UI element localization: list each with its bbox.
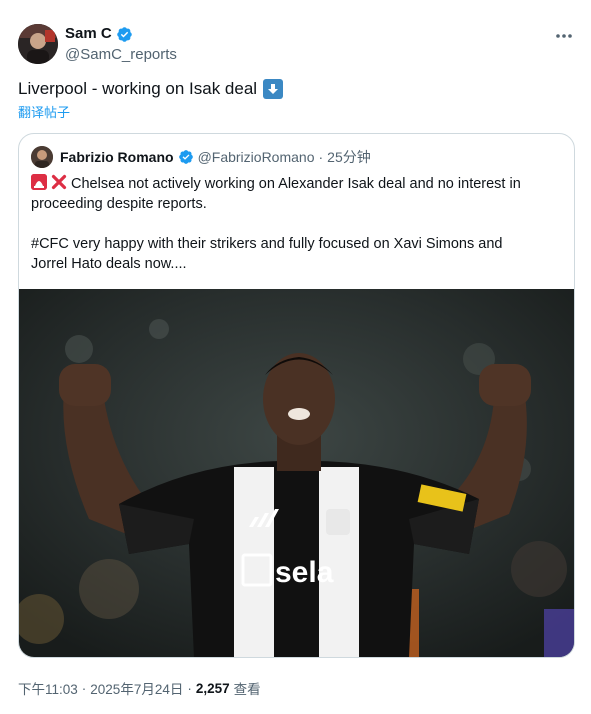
- verified-badge-icon: [178, 149, 194, 165]
- post-time[interactable]: 下午11:03: [18, 678, 78, 698]
- post-date[interactable]: 2025年7月24日: [90, 678, 183, 698]
- separator-dot: ·: [318, 149, 324, 165]
- quoted-tweet-card[interactable]: Fabrizio Romano @FabrizioRomano · 25分钟 C…: [18, 133, 575, 658]
- separator-dot: ·: [81, 680, 87, 696]
- tweet-footer: 下午11:03 · 2025年7月24日 · 2,257 查看: [18, 678, 261, 698]
- police-light-emoji-icon: [31, 174, 47, 190]
- separator-dot: ·: [187, 680, 192, 696]
- more-horizontal-icon[interactable]: [552, 26, 576, 46]
- author-avatar[interactable]: [18, 24, 58, 64]
- quoted-line-2: proceeding despite reports.: [31, 196, 207, 212]
- quoted-line-1: Chelsea not actively working on Alexande…: [31, 174, 561, 194]
- views-label: 查看: [233, 682, 261, 697]
- quoted-display-name: Fabrizio Romano: [60, 149, 174, 165]
- quoted-time: 25分钟: [327, 149, 371, 165]
- quoted-tweet-header: Fabrizio Romano @FabrizioRomano · 25分钟: [31, 146, 371, 168]
- cross-mark-emoji-icon: [51, 174, 67, 190]
- quoted-author-avatar: [31, 146, 53, 168]
- quoted-text-line: Chelsea not actively working on Alexande…: [71, 176, 521, 192]
- down-arrow-emoji-icon: [263, 79, 284, 99]
- views-count[interactable]: 2,257: [196, 681, 230, 696]
- quoted-line-4: Jorrel Hato deals now....: [31, 256, 187, 272]
- shirt-sponsor-text: sela: [275, 556, 334, 589]
- tweet-text: Liverpool - working on Isak deal: [18, 78, 284, 100]
- quoted-tweet-photo[interactable]: sela: [19, 289, 574, 657]
- tweet-text-content: Liverpool - working on Isak deal: [18, 79, 258, 98]
- quoted-line-3: #CFC very happy with their strikers and …: [31, 236, 503, 252]
- author-names: Sam C @SamC_reports: [65, 25, 177, 65]
- quoted-handle: @FabrizioRomano: [197, 149, 315, 165]
- author-handle[interactable]: @SamC_reports: [65, 45, 177, 65]
- verified-badge-icon: [116, 26, 133, 43]
- translate-post-link[interactable]: 翻译帖子: [18, 105, 70, 121]
- quoted-tweet-body: Chelsea not actively working on Alexande…: [31, 174, 561, 274]
- tweet-header: Sam C @SamC_reports: [18, 24, 578, 66]
- author-display-name[interactable]: Sam C: [65, 25, 112, 43]
